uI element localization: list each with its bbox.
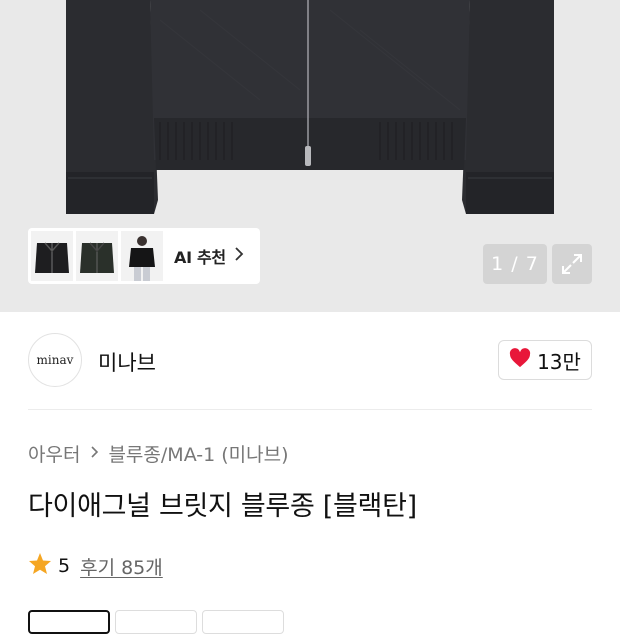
model-thumbnail-3[interactable]	[121, 231, 163, 281]
option-thumbnail[interactable]	[202, 610, 284, 634]
product-image-area[interactable]: AI 추천 1 / 7	[0, 0, 620, 312]
brand-logo[interactable]: minav	[28, 333, 82, 387]
option-thumbnail[interactable]	[115, 610, 197, 634]
image-counter: 1 / 7	[483, 244, 547, 284]
brand-row: minav 미나브 13만	[28, 333, 592, 387]
breadcrumb-category[interactable]: 아우터	[28, 440, 80, 467]
expand-icon[interactable]	[552, 244, 592, 284]
product-title: 다이애그널 브릿지 블루종 [블랙탄]	[28, 491, 417, 522]
rating-score: 5	[58, 555, 71, 577]
rating-row: 5 후기 85개	[28, 552, 163, 580]
ai-recommend-label[interactable]: AI 추천	[174, 244, 226, 268]
like-button[interactable]: 13만	[498, 340, 592, 380]
jacket-thumbnail-1[interactable]	[31, 231, 73, 281]
ai-recommend-panel[interactable]: AI 추천	[28, 228, 260, 284]
review-link[interactable]: 후기 85개	[80, 553, 163, 580]
option-thumbnail[interactable]	[28, 610, 110, 634]
like-count: 13만	[537, 349, 581, 374]
option-thumbnails	[28, 610, 284, 634]
breadcrumb: 아우터 블루종/MA-1 (미나브)	[28, 440, 289, 467]
star-icon	[28, 552, 52, 580]
heart-icon	[509, 347, 531, 373]
breadcrumb-subcategory[interactable]: 블루종/MA-1 (미나브)	[108, 440, 288, 467]
chevron-right-icon	[90, 443, 99, 464]
brand-name[interactable]: 미나브	[98, 347, 156, 377]
divider	[28, 409, 592, 410]
chevron-right-icon[interactable]	[234, 246, 244, 267]
jacket-thumbnail-2[interactable]	[76, 231, 118, 281]
